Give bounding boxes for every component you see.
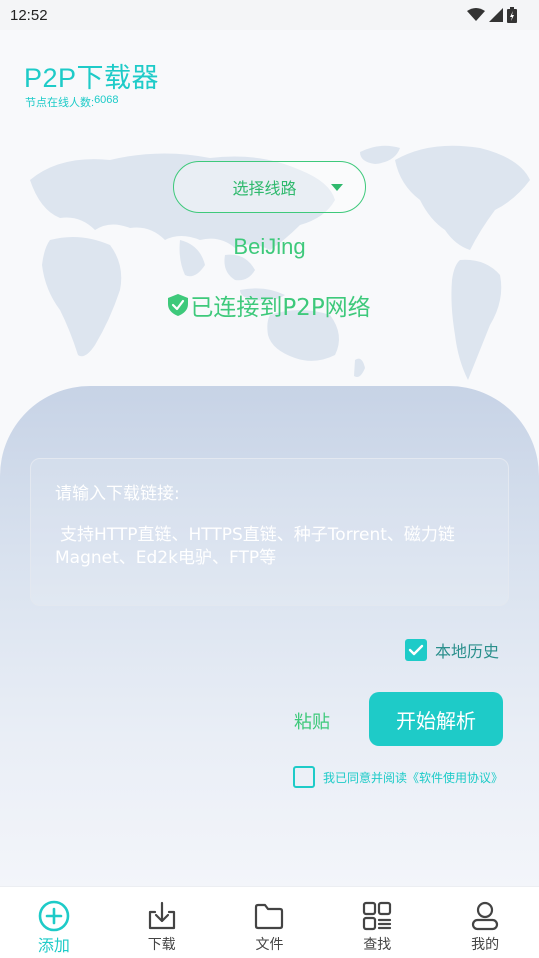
wifi-icon: [467, 8, 485, 21]
online-count: 节点在线人数: 6068: [25, 94, 119, 110]
user-icon: [471, 901, 499, 931]
caret-down-icon: [331, 184, 343, 191]
nav-item-download[interactable]: 下载: [108, 887, 216, 958]
nav-label-profile: 我的: [471, 937, 500, 953]
folder-icon: [255, 903, 284, 930]
local-history-label: 本地历史: [435, 642, 500, 661]
agreement-checkbox[interactable]: [293, 766, 315, 788]
nav-item-search[interactable]: 查找: [323, 887, 431, 958]
status-icons: [467, 7, 517, 23]
paste-button[interactable]: 粘贴: [294, 708, 330, 734]
nav-item-profile[interactable]: 我的: [431, 887, 539, 958]
agreement-toggle[interactable]: 我已同意并阅读《软件使用协议》: [293, 766, 503, 788]
bottom-nav: 添加 下载 文件 查找 我的: [0, 886, 539, 958]
start-parse-button[interactable]: 开始解析: [369, 692, 503, 746]
status-time: 12:52: [10, 6, 48, 24]
online-count-label: 节点在线人数:: [25, 97, 95, 109]
nav-item-files[interactable]: 文件: [216, 887, 324, 958]
route-select-label: 选择线路: [232, 179, 297, 198]
nav-label-files: 文件: [255, 937, 284, 953]
download-link-input[interactable]: 请输入下载链接: 支持HTTP直链、HTTPS直链、种子Torrent、磁力链M…: [30, 458, 509, 606]
download-link-hint: 支持HTTP直链、HTTPS直链、种子Torrent、磁力链Magnet、Ed2…: [55, 525, 455, 568]
nav-label-search: 查找: [363, 937, 392, 953]
nav-label-add: 添加: [37, 936, 70, 955]
check-icon: [408, 644, 424, 656]
signal-icon: [489, 8, 503, 22]
grid-search-icon: [363, 901, 392, 931]
connection-status-text: 已连接到P2P网络: [190, 295, 371, 321]
add-circle-icon: [38, 900, 70, 932]
battery-charging-icon: [507, 7, 517, 23]
download-link-label: 请输入下载链接:: [55, 484, 180, 504]
download-icon: [148, 901, 175, 930]
agreement-label[interactable]: 我已同意并阅读《软件使用协议》: [323, 769, 503, 786]
nav-item-add[interactable]: 添加: [0, 887, 108, 958]
nav-label-download: 下载: [147, 937, 176, 953]
city-name: BeiJing: [233, 234, 306, 259]
local-history-checkbox[interactable]: [405, 639, 427, 661]
shield-check-icon: [168, 294, 189, 316]
status-bar: 12:52: [0, 0, 539, 30]
route-select[interactable]: 选择线路: [173, 161, 366, 213]
app-title: P2P下载器: [24, 63, 160, 93]
online-count-value: 6068: [94, 94, 119, 106]
connection-status: 已连接到P2P网络: [0, 288, 539, 322]
local-history-toggle[interactable]: 本地历史: [405, 638, 499, 662]
